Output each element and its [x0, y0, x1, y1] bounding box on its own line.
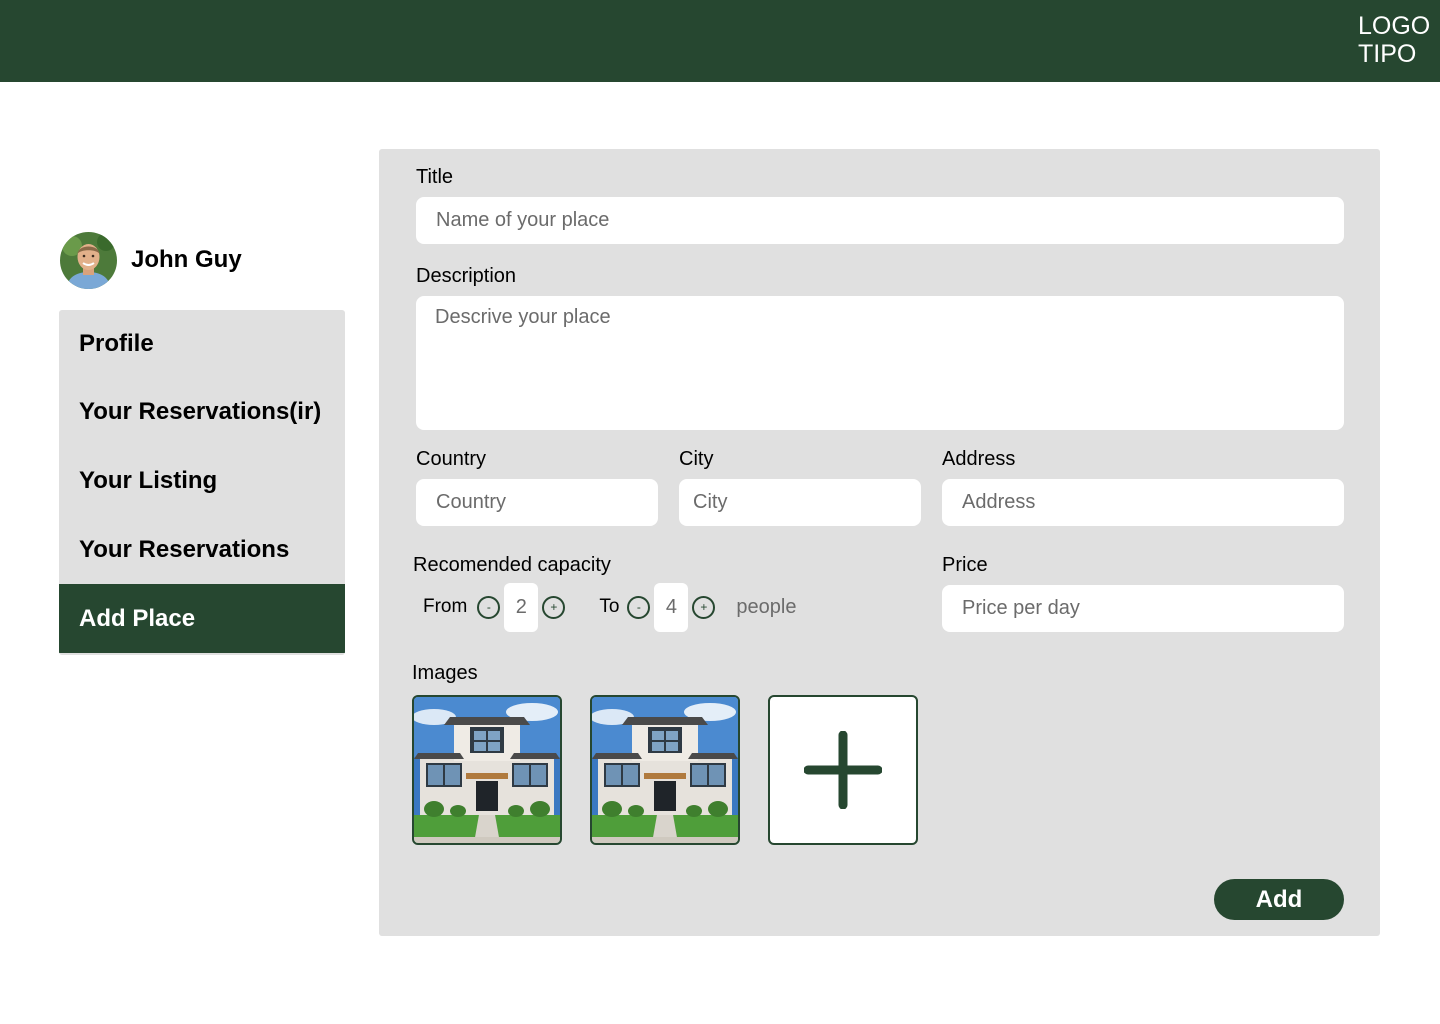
address-input[interactable]	[942, 479, 1344, 526]
user-info: John Guy	[60, 231, 242, 289]
city-input[interactable]	[679, 479, 921, 526]
capacity-from-label: From	[423, 596, 468, 617]
person-avatar-icon	[60, 231, 117, 289]
capacity-to-label: To	[599, 596, 620, 617]
country-label: Country	[416, 448, 487, 470]
price-label: Price	[942, 554, 988, 576]
user-name: John Guy	[131, 246, 242, 273]
capacity-label: Recomended capacity	[413, 554, 611, 576]
sidebar-item-reservations-ir[interactable]: Your Reservations(ir)	[59, 377, 345, 446]
house-photo-icon	[414, 697, 560, 843]
sidebar-menu: Profile Your Reservations(ir) Your Listi…	[59, 310, 345, 655]
logo-line-1: LOGO	[1358, 12, 1431, 40]
city-label: City	[679, 448, 714, 470]
sidebar-item-add-place[interactable]: Add Place	[59, 584, 345, 653]
capacity-to-increment-button[interactable]: +	[692, 595, 716, 619]
capacity-controls: From - 2 + To - 4 + people	[423, 581, 796, 633]
logo-line-2: TIPO	[1358, 40, 1417, 68]
country-input[interactable]	[416, 479, 658, 526]
sidebar-item-your-listing[interactable]: Your Listing	[59, 446, 345, 515]
images-label: Images	[412, 662, 478, 684]
image-thumbnail[interactable]	[590, 695, 740, 845]
description-textarea[interactable]	[416, 296, 1344, 430]
capacity-from-value[interactable]: 2	[504, 582, 539, 632]
top-bar: LOGO TIPO	[0, 0, 1440, 82]
add-place-form: Title Description Country City Address R…	[379, 149, 1380, 936]
title-label: Title	[416, 166, 454, 188]
capacity-from-decrement-button[interactable]: -	[477, 595, 501, 619]
avatar[interactable]	[60, 231, 117, 289]
capacity-from-increment-button[interactable]: +	[542, 595, 566, 619]
add-button[interactable]: Add	[1214, 879, 1344, 920]
address-label: Address	[942, 448, 1016, 470]
description-label: Description	[416, 265, 517, 287]
sidebar-item-profile[interactable]: Profile	[59, 310, 345, 377]
house-photo-icon	[592, 697, 738, 843]
price-input[interactable]	[942, 585, 1344, 632]
capacity-to-decrement-button[interactable]: -	[627, 595, 651, 619]
image-thumbnail[interactable]	[412, 695, 562, 845]
capacity-unit: people	[736, 595, 797, 618]
title-input[interactable]	[416, 197, 1344, 244]
add-image-button[interactable]	[768, 695, 918, 845]
sidebar-item-your-reservations[interactable]: Your Reservations	[59, 515, 345, 584]
plus-icon	[804, 731, 882, 809]
logo[interactable]: LOGO TIPO	[1358, 12, 1438, 68]
capacity-to-value[interactable]: 4	[654, 582, 689, 632]
